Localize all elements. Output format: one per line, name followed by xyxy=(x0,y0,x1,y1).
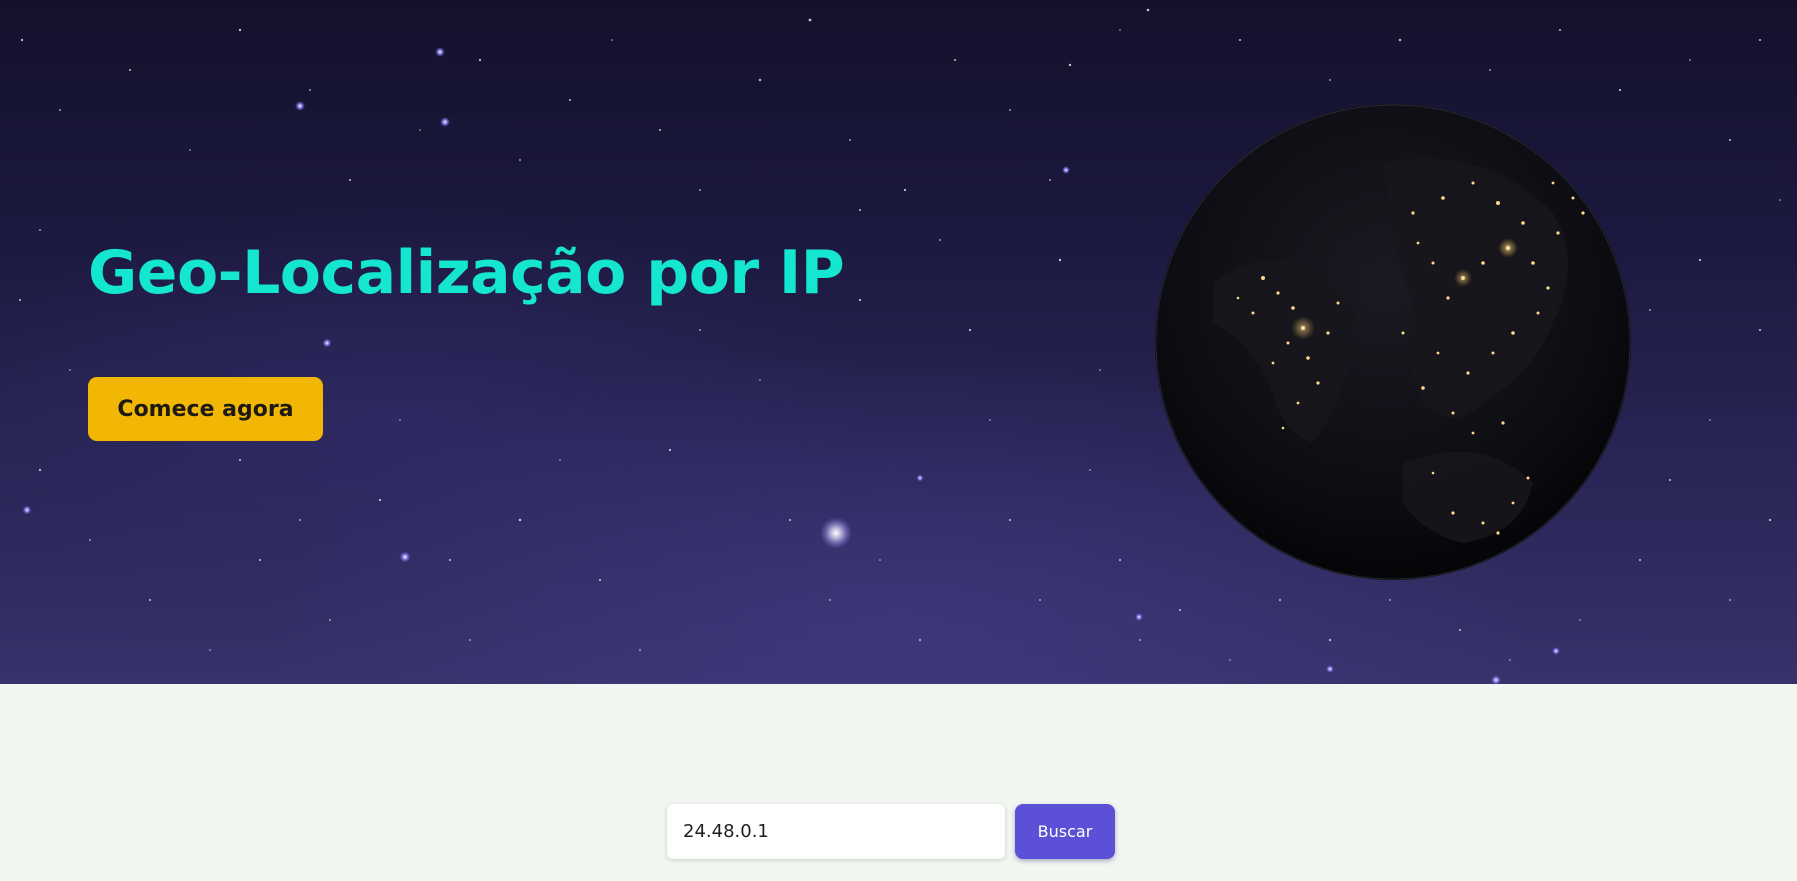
search-button[interactable]: Buscar xyxy=(1015,804,1115,859)
hero-title: Geo-Localização por IP xyxy=(88,238,845,308)
earth-globe-image xyxy=(1155,104,1631,580)
ip-address-input[interactable] xyxy=(667,804,1005,859)
hero-section: Geo-Localização por IP Comece agora xyxy=(0,0,1797,684)
get-started-button[interactable]: Comece agora xyxy=(88,377,323,441)
